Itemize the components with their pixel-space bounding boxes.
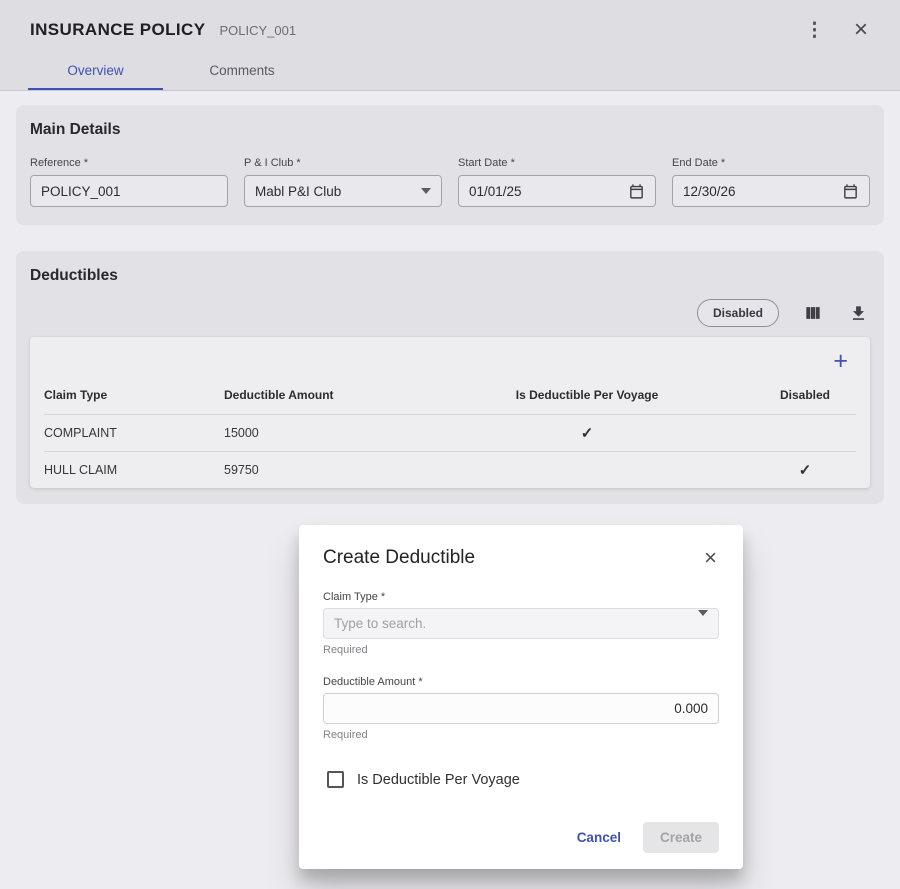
- check-icon: [420, 461, 754, 479]
- voyage-checkbox-row: Is Deductible Per Voyage: [327, 771, 719, 788]
- tab-comments[interactable]: Comments: [163, 50, 321, 90]
- download-icon[interactable]: [847, 302, 870, 325]
- create-deductible-dialog: Create Deductible × Claim Type * Require…: [299, 525, 743, 869]
- column-header-is-deductible-per-voyage: Is Deductible Per Voyage: [420, 376, 754, 414]
- field-start-date: Start Date *: [458, 157, 656, 207]
- end-date-label: End Date *: [672, 157, 870, 169]
- cell-claim-type: COMPLAINT: [44, 417, 224, 449]
- main-details-title: Main Details: [30, 121, 870, 139]
- dialog-title-row: Create Deductible ×: [323, 545, 719, 571]
- deductible-amount-label: Deductible Amount *: [323, 676, 719, 688]
- header-title-row: INSURANCE POLICY POLICY_001 ⋮ ×: [0, 0, 900, 50]
- start-date-field: [458, 175, 656, 207]
- reference-label: Reference *: [30, 157, 228, 169]
- deductible-amount-required-hint: Required: [323, 729, 719, 741]
- claim-type-select[interactable]: [323, 608, 719, 639]
- deductibles-title: Deductibles: [30, 267, 870, 285]
- deductibles-card: Deductibles Disabled + Claim Type Deduct…: [16, 251, 884, 504]
- dialog-actions: Cancel Create: [323, 822, 719, 853]
- tab-overview[interactable]: Overview: [28, 50, 163, 90]
- claim-type-label: Claim Type *: [323, 591, 719, 603]
- policy-id: POLICY_001: [219, 23, 296, 38]
- table-header: Claim Type Deductible Amount Is Deductib…: [44, 376, 856, 415]
- claim-type-search-input[interactable]: [334, 616, 698, 631]
- column-header-claim-type: Claim Type: [44, 376, 224, 414]
- table-add-row: +: [44, 343, 856, 376]
- calendar-icon[interactable]: [842, 183, 859, 200]
- column-header-disabled: Disabled: [754, 376, 856, 414]
- check-icon: [754, 424, 856, 442]
- field-reference: Reference *: [30, 157, 228, 207]
- club-value: Mabl P&I Club: [255, 184, 341, 199]
- voyage-checkbox[interactable]: [327, 771, 344, 788]
- close-icon[interactable]: ×: [852, 16, 870, 44]
- field-end-date: End Date *: [672, 157, 870, 207]
- main-details-fields: Reference * P & I Club * Mabl P&I Club S…: [30, 157, 870, 207]
- deductibles-toolbar: Disabled: [30, 299, 870, 327]
- end-date-input[interactable]: [683, 184, 842, 199]
- table-row[interactable]: HULL CLAIM 59750 ✓: [44, 452, 856, 488]
- field-club: P & I Club * Mabl P&I Club: [244, 157, 442, 207]
- start-date-input[interactable]: [469, 184, 628, 199]
- calendar-icon[interactable]: [628, 183, 645, 200]
- club-label: P & I Club *: [244, 157, 442, 169]
- column-header-deductible-amount: Deductible Amount: [224, 376, 420, 414]
- add-deductible-button[interactable]: +: [833, 349, 848, 374]
- app-header: INSURANCE POLICY POLICY_001 ⋮ × Overview…: [0, 0, 900, 91]
- columns-icon[interactable]: [801, 301, 825, 325]
- deductible-amount-field: [323, 693, 719, 724]
- cell-deductible-amount: 59750: [224, 454, 420, 486]
- dialog-title: Create Deductible: [323, 547, 475, 569]
- club-select[interactable]: Mabl P&I Club: [244, 175, 442, 207]
- tab-bar: Overview Comments: [0, 50, 900, 90]
- header-actions: ⋮ ×: [803, 16, 870, 44]
- dialog-close-icon[interactable]: ×: [702, 545, 719, 571]
- main-details-card: Main Details Reference * P & I Club * Ma…: [16, 105, 884, 225]
- end-date-field: [672, 175, 870, 207]
- deductible-amount-input[interactable]: [334, 701, 708, 716]
- dropdown-caret-icon: [421, 188, 431, 194]
- claim-type-required-hint: Required: [323, 644, 719, 656]
- reference-field: [30, 175, 228, 207]
- start-date-label: Start Date *: [458, 157, 656, 169]
- page-content: Main Details Reference * P & I Club * Ma…: [0, 91, 900, 504]
- voyage-checkbox-label[interactable]: Is Deductible Per Voyage: [357, 772, 520, 788]
- check-icon: ✓: [420, 415, 754, 451]
- page-title: INSURANCE POLICY: [30, 20, 205, 40]
- create-button[interactable]: Create: [643, 822, 719, 853]
- cell-claim-type: HULL CLAIM: [44, 454, 224, 486]
- deductibles-table: + Claim Type Deductible Amount Is Deduct…: [30, 337, 870, 488]
- check-icon: ✓: [754, 452, 856, 488]
- dropdown-caret-icon: [698, 616, 708, 631]
- kebab-menu-icon[interactable]: ⋮: [803, 19, 826, 42]
- disabled-filter-chip[interactable]: Disabled: [697, 299, 779, 327]
- reference-input[interactable]: [41, 184, 217, 199]
- cell-deductible-amount: 15000: [224, 417, 420, 449]
- table-row[interactable]: COMPLAINT 15000 ✓: [44, 415, 856, 452]
- cancel-button[interactable]: Cancel: [567, 822, 631, 853]
